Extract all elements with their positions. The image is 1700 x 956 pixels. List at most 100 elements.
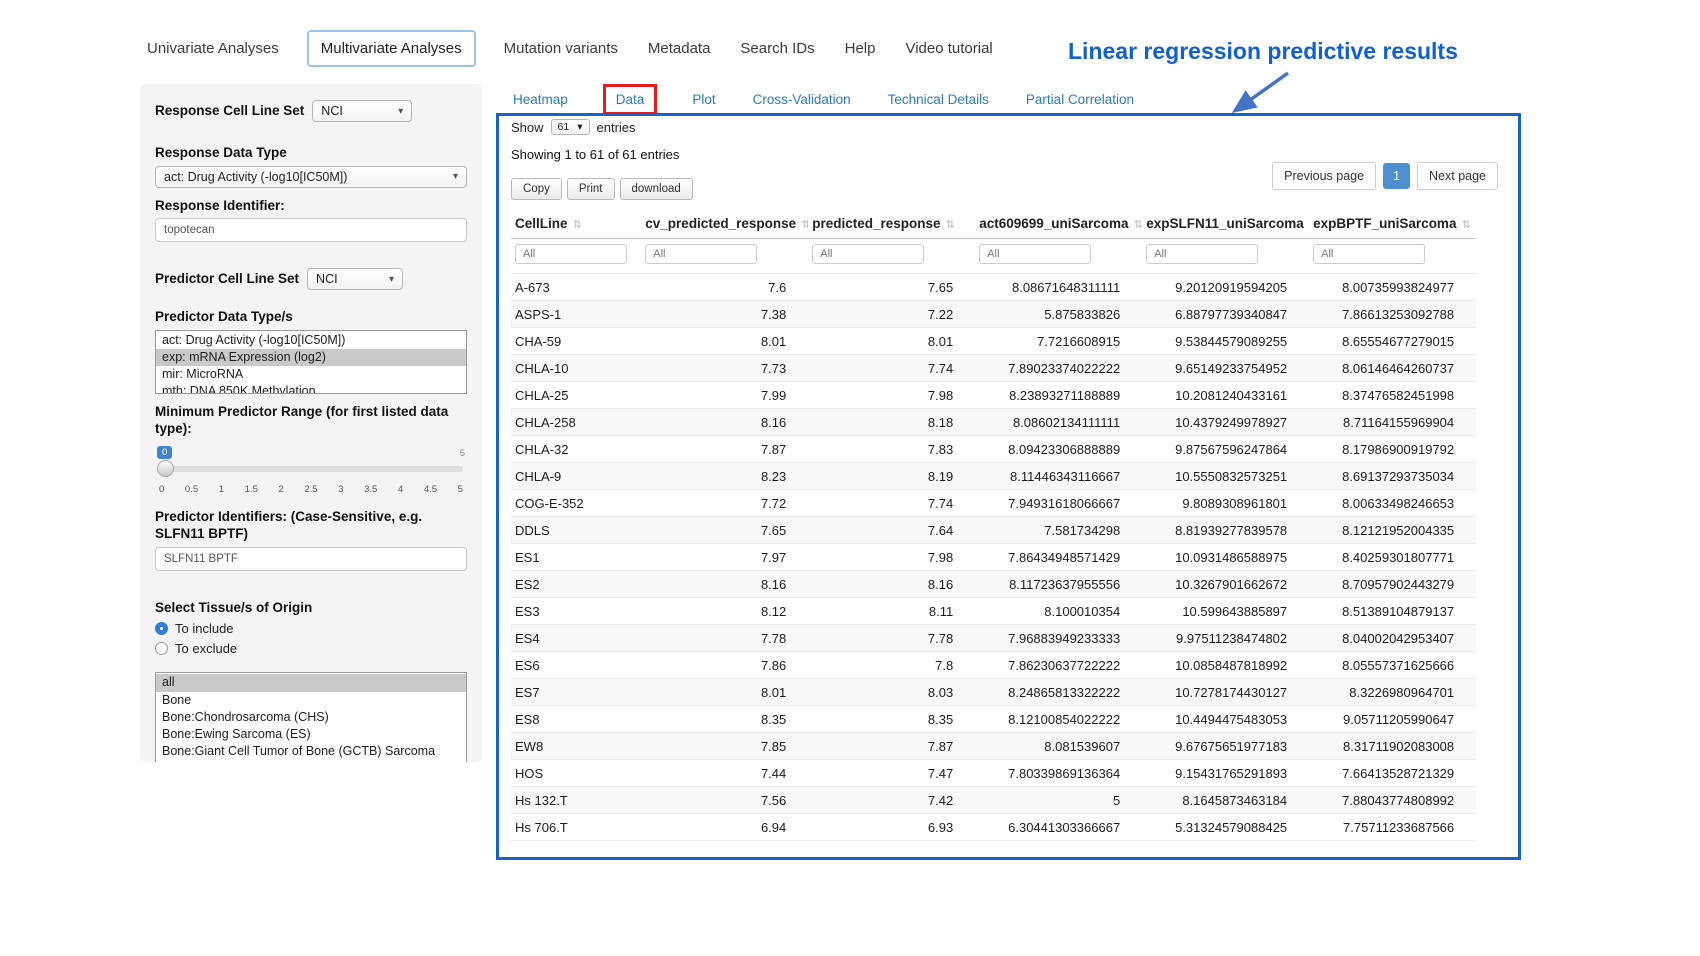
option-bone-osteosarcoma-os[interactable]: Bone:Osteosarcoma (OS) <box>156 761 466 762</box>
results-panel: Show 61 ▾ entries Showing 1 to 61 of 61 … <box>496 113 1521 860</box>
column-header-cv-predicted-response[interactable]: cv_predicted_response⇅ <box>641 210 808 239</box>
option-mir-microrna[interactable]: mir: MicroRNA <box>156 366 466 383</box>
sort-icon[interactable]: ⇅ <box>1461 219 1470 231</box>
sort-icon[interactable]: ⇅ <box>801 219 808 231</box>
column-header-act609699-unisarcoma[interactable]: act609699_uniSarcoma ⇅ <box>975 210 1142 239</box>
table-row[interactable]: A-6737.67.658.086716483111119.2012091959… <box>511 274 1476 301</box>
download-button[interactable]: download <box>620 178 693 200</box>
filter-input-cv-predicted-response[interactable] <box>645 244 757 264</box>
page-number-button[interactable]: 1 <box>1383 163 1410 189</box>
copy-button[interactable]: Copy <box>511 178 562 200</box>
table-row[interactable]: EW87.857.878.0815396079.676756519771838.… <box>511 733 1476 760</box>
nav-tab-multivariate-analyses[interactable]: Multivariate Analyses <box>307 30 476 67</box>
option-all[interactable]: all <box>156 674 466 691</box>
column-header-cellline[interactable]: CellLine⇅ <box>511 210 641 239</box>
cell-line-name: ES6 <box>511 652 641 679</box>
tab-partial-correlation[interactable]: Partial Correlation <box>1024 85 1136 114</box>
table-row[interactable]: Hs 132.T7.567.4258.16458734631847.880437… <box>511 787 1476 814</box>
cell-value: 7.98 <box>808 544 975 571</box>
table-row[interactable]: Hs 706.T6.946.936.304413033666675.313245… <box>511 814 1476 841</box>
slider-handle[interactable] <box>157 460 174 477</box>
next-page-button[interactable]: Next page <box>1417 162 1498 190</box>
response-data-type-select[interactable]: act: Drug Activity (-log10[IC50M]) ▾ <box>155 166 467 188</box>
tab-data[interactable]: Data <box>603 84 658 115</box>
predictor-identifiers-input[interactable] <box>155 547 467 571</box>
cell-value: 7.96883949233333 <box>975 625 1142 652</box>
nav-tab-help[interactable]: Help <box>843 31 878 66</box>
cell-value: 7.87 <box>641 436 808 463</box>
table-row[interactable]: DDLS7.657.647.5817342988.819392778395788… <box>511 517 1476 544</box>
chevron-down-icon: ▾ <box>453 171 458 182</box>
predictor-data-type-list[interactable]: act: Drug Activity (-log10[IC50M])exp: m… <box>155 330 467 394</box>
tab-technical-details[interactable]: Technical Details <box>886 85 991 114</box>
column-header-label: act609699_uniSarcoma <box>979 216 1128 231</box>
table-row[interactable]: CHLA-257.997.988.2389327118888910.208124… <box>511 382 1476 409</box>
option-bone-ewing-sarcoma-es[interactable]: Bone:Ewing Sarcoma (ES) <box>156 726 466 743</box>
radio-to-exclude[interactable]: To exclude <box>155 641 467 656</box>
cell-value: 8.08671648311111 <box>975 274 1142 301</box>
nav-tab-search-ids[interactable]: Search IDs <box>738 31 816 66</box>
table-row[interactable]: ASPS-17.387.225.8758338266.8879773934084… <box>511 301 1476 328</box>
tissue-list[interactable]: allBoneBone:Chondrosarcoma (CHS)Bone:Ewi… <box>155 672 467 762</box>
table-row[interactable]: ES88.358.358.1210085402222210.4494475483… <box>511 706 1476 733</box>
slider-tick: 2.5 <box>304 484 317 495</box>
table-row[interactable]: HOS7.447.477.803398691363649.15431765291… <box>511 760 1476 787</box>
filter-input-cellline[interactable] <box>515 244 627 264</box>
table-row[interactable]: ES28.168.168.1172363795555610.3267901662… <box>511 571 1476 598</box>
sort-icon[interactable]: ⇅ <box>573 219 582 231</box>
cell-value: 7.8 <box>808 652 975 679</box>
cell-value: 8.12 <box>641 598 808 625</box>
print-button[interactable]: Print <box>567 178 615 200</box>
table-row[interactable]: CHLA-98.238.198.1144634311666710.5550832… <box>511 463 1476 490</box>
column-header-predicted-response[interactable]: predicted_response⇅ <box>808 210 975 239</box>
cell-line-name: EW8 <box>511 733 641 760</box>
cell-value: 7.97 <box>641 544 808 571</box>
filter-input-predicted-response[interactable] <box>812 244 924 264</box>
option-bone-giant-cell-tumor-of-bone-gctb-sarcoma[interactable]: Bone:Giant Cell Tumor of Bone (GCTB) Sar… <box>156 743 466 760</box>
table-row[interactable]: CHA-598.018.017.72166089159.538445790892… <box>511 328 1476 355</box>
table-row[interactable]: CHLA-327.877.838.094233068888899.8756759… <box>511 436 1476 463</box>
show-entries-select[interactable]: 61 ▾ <box>551 119 590 135</box>
table-row[interactable]: ES17.977.987.8643494857142910.0931486588… <box>511 544 1476 571</box>
filter-input-act609699-unisarcoma[interactable] <box>979 244 1091 264</box>
slider-track[interactable] <box>159 466 463 472</box>
sidebar: Response Cell Line Set NCI ▾ Response Da… <box>140 84 482 762</box>
response-identifier-input[interactable] <box>155 218 467 242</box>
cell-value: 8.08602134111111 <box>975 409 1142 436</box>
option-exp-mrna-expression-log2[interactable]: exp: mRNA Expression (log2) <box>156 349 466 366</box>
column-header-expslfn11-unisarcoma[interactable]: expSLFN11_uniSarcoma⇅ <box>1142 210 1309 239</box>
cell-value: 8.3226980964701 <box>1309 679 1476 706</box>
column-header-expbptf-unisarcoma[interactable]: expBPTF_uniSarcoma⇅ <box>1309 210 1476 239</box>
table-row[interactable]: ES38.128.118.10001035410.5996438858978.5… <box>511 598 1476 625</box>
cell-value: 7.75711233687566 <box>1309 814 1476 841</box>
filter-input-expslfn11-unisarcoma[interactable] <box>1146 244 1258 264</box>
min-predictor-range-label: Minimum Predictor Range (for first liste… <box>155 403 455 438</box>
table-row[interactable]: COG-E-3527.727.747.949316180666679.80893… <box>511 490 1476 517</box>
option-bone[interactable]: Bone <box>156 692 466 709</box>
table-row[interactable]: CHLA-107.737.747.890233740222229.6514923… <box>511 355 1476 382</box>
cell-value: 7.89023374022222 <box>975 355 1142 382</box>
filter-input-expbptf-unisarcoma[interactable] <box>1313 244 1425 264</box>
response-cell-line-set-select[interactable]: NCI ▾ <box>312 100 412 122</box>
nav-tab-metadata[interactable]: Metadata <box>646 31 713 66</box>
previous-page-button[interactable]: Previous page <box>1272 162 1376 190</box>
table-row[interactable]: ES78.018.038.2486581332222210.7278174430… <box>511 679 1476 706</box>
tab-heatmap[interactable]: Heatmap <box>511 85 570 114</box>
nav-tab-univariate-analyses[interactable]: Univariate Analyses <box>145 31 281 66</box>
sort-icon[interactable]: ⇅ <box>1134 219 1143 231</box>
radio-to-include[interactable]: To include <box>155 621 467 636</box>
cell-value: 8.081539607 <box>975 733 1142 760</box>
table-row[interactable]: CHLA-2588.168.188.0860213411111110.43792… <box>511 409 1476 436</box>
tab-plot[interactable]: Plot <box>690 85 717 114</box>
table-row[interactable]: ES47.787.787.968839492333339.97511238474… <box>511 625 1476 652</box>
option-mth-dna-850k-methylation[interactable]: mth: DNA 850K Methylation <box>156 383 466 393</box>
nav-tab-video-tutorial[interactable]: Video tutorial <box>903 31 994 66</box>
option-act-drug-activity-log10-ic50m[interactable]: act: Drug Activity (-log10[IC50M]) <box>156 332 466 349</box>
nav-tab-mutation-variants[interactable]: Mutation variants <box>502 31 620 66</box>
predictor-cell-line-set-select[interactable]: NCI ▾ <box>307 268 403 290</box>
option-bone-chondrosarcoma-chs[interactable]: Bone:Chondrosarcoma (CHS) <box>156 709 466 726</box>
tab-cross-validation[interactable]: Cross-Validation <box>751 85 853 114</box>
sort-icon[interactable]: ⇅ <box>946 219 955 231</box>
table-row[interactable]: ES67.867.87.8623063772222210.08584878189… <box>511 652 1476 679</box>
cell-value: 8.65554677279015 <box>1309 328 1476 355</box>
